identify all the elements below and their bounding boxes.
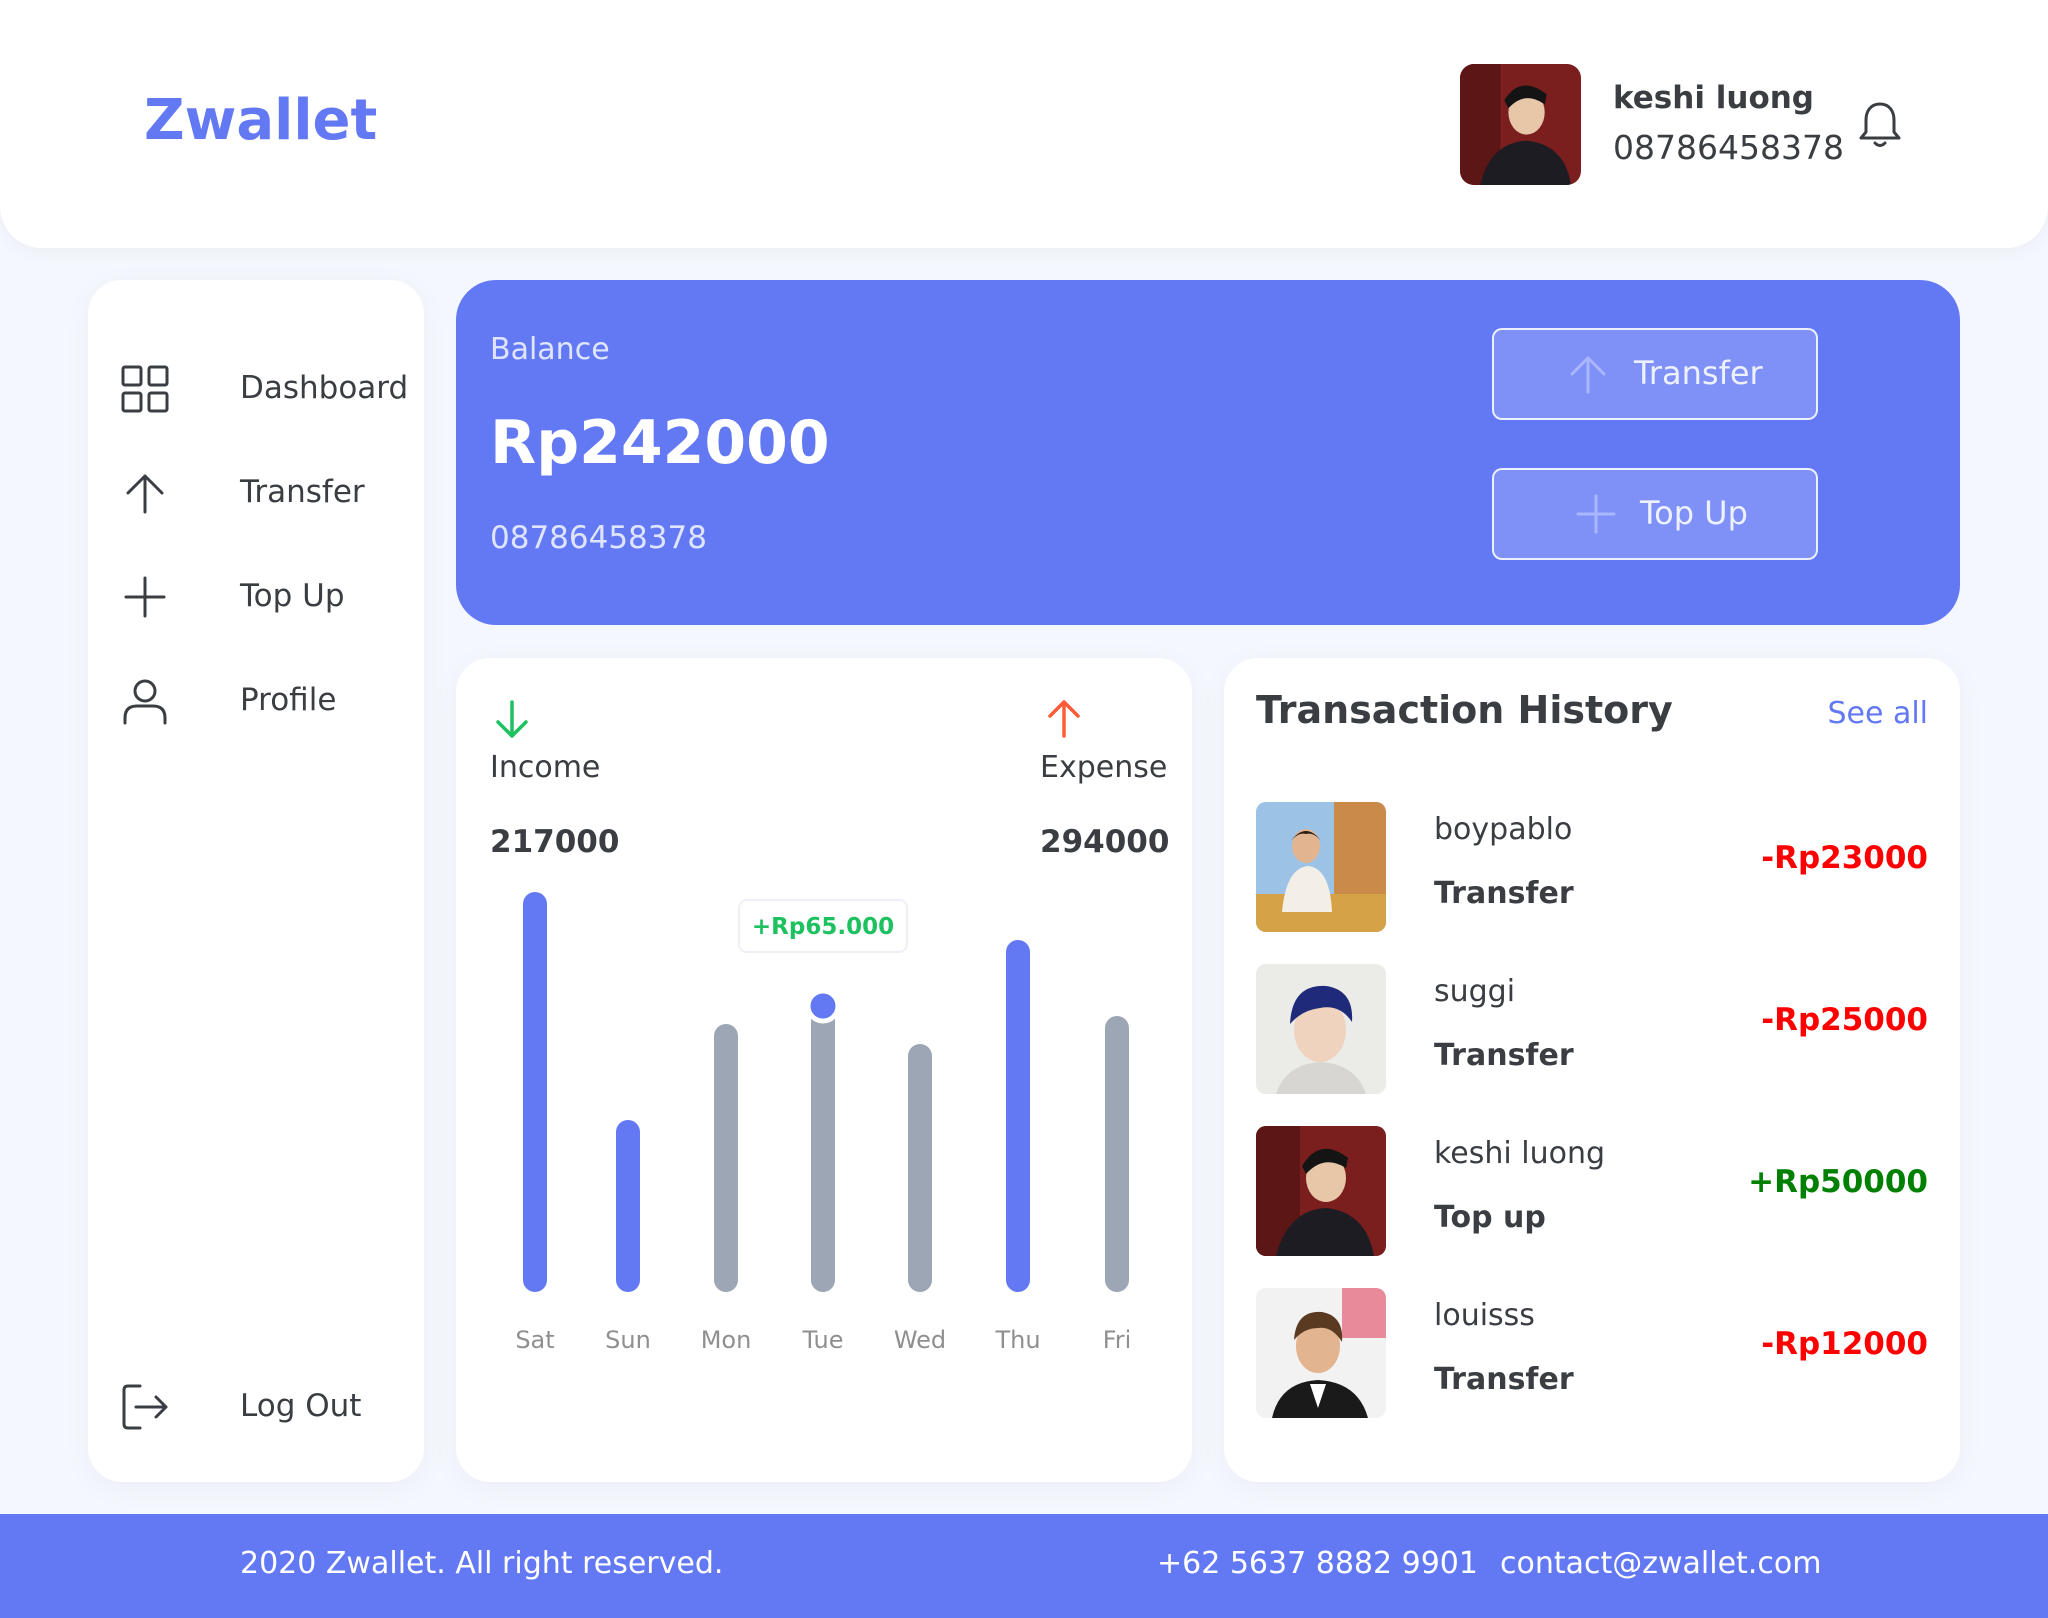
transaction-amount: +Rp50000 <box>1748 1164 1928 1200</box>
history-title: Transaction History <box>1256 688 1673 732</box>
user-avatar[interactable] <box>1460 64 1581 185</box>
transfer-button[interactable]: Transfer <box>1492 328 1818 420</box>
transaction-name: keshi luong <box>1434 1136 1606 1171</box>
chart-tooltip-text: +Rp65.000 <box>752 914 894 940</box>
chart-tick-label: Mon <box>701 1326 752 1354</box>
footer-copyright: 2020 Zwallet. All right reserved. <box>240 1546 724 1581</box>
income-label: Income <box>490 750 601 785</box>
weekly-bar-chart: Sat Sun Mon Tue Wed Thu Fri +Rp65.000 <box>515 892 1132 1354</box>
sidebar: Dashboard Transfer Top Up Profile Log Ou… <box>88 280 424 1482</box>
chart-tick-label: Tue <box>802 1326 844 1354</box>
transaction-amount: -Rp23000 <box>1761 840 1928 876</box>
transaction-name: suggi <box>1434 974 1516 1009</box>
sidebar-item-label: Transfer <box>240 474 365 510</box>
transaction-row[interactable]: boypablo Transfer -Rp23000 <box>1256 802 1928 932</box>
transaction-type: Top up <box>1434 1200 1546 1235</box>
contact-avatar <box>1256 1126 1386 1256</box>
sidebar-item-label: Dashboard <box>240 370 409 406</box>
sidebar-item-transfer[interactable]: Transfer <box>120 462 400 522</box>
transaction-amount: -Rp25000 <box>1761 1002 1928 1038</box>
balance-label: Balance <box>490 332 610 367</box>
footer: 2020 Zwallet. All right reserved. +62 56… <box>0 1514 2048 1618</box>
bell-icon[interactable] <box>1856 98 1904 150</box>
income-value: 217000 <box>490 824 620 860</box>
balance-amount: Rp242000 <box>490 408 830 478</box>
sidebar-item-label: Top Up <box>240 578 345 614</box>
sidebar-item-topup[interactable]: Top Up <box>120 566 400 626</box>
transaction-name: louisss <box>1434 1298 1535 1333</box>
top-header: Zwallet keshi luong 08786458378 <box>0 0 2048 248</box>
logout-icon <box>122 1384 168 1430</box>
contact-avatar <box>1256 802 1386 932</box>
chart-tick-label: Thu <box>994 1326 1040 1354</box>
user-avatar-photo <box>1460 64 1581 185</box>
logout-button[interactable]: Log Out <box>120 1376 400 1436</box>
grid-icon <box>121 365 169 413</box>
footer-phone[interactable]: +62 5637 8882 9901 <box>1157 1546 1478 1581</box>
chart-tick-label: Wed <box>894 1326 946 1354</box>
topup-button[interactable]: Top Up <box>1492 468 1818 560</box>
see-all-link[interactable]: See all <box>1827 696 1928 731</box>
plus-icon <box>124 576 166 618</box>
topup-button-label: Top Up <box>1640 494 1748 532</box>
transaction-row[interactable]: keshi luong Top up +Rp50000 <box>1256 1126 1928 1256</box>
logout-label: Log Out <box>240 1388 362 1424</box>
brand-logo[interactable]: Zwallet <box>144 88 377 153</box>
chart-highlight-dot[interactable] <box>805 988 841 1024</box>
transfer-button-label: Transfer <box>1634 354 1763 392</box>
contact-avatar <box>1256 1288 1386 1418</box>
transaction-amount: -Rp12000 <box>1761 1326 1928 1362</box>
transaction-row[interactable]: suggi Transfer -Rp25000 <box>1256 964 1928 1094</box>
balance-phone: 08786458378 <box>490 520 707 556</box>
transaction-type: Transfer <box>1434 1038 1574 1073</box>
sidebar-item-profile[interactable]: Profile <box>120 670 400 730</box>
chart-tick-label: Fri <box>1103 1326 1132 1354</box>
transaction-row[interactable]: louisss Transfer -Rp12000 <box>1256 1288 1928 1418</box>
plus-icon <box>1576 494 1616 534</box>
contact-avatar <box>1256 964 1386 1094</box>
arrow-up-icon <box>126 474 164 514</box>
arrow-up-icon <box>1048 700 1080 738</box>
arrow-down-icon <box>496 700 528 738</box>
expense-value: 294000 <box>1040 824 1170 860</box>
transaction-name: boypablo <box>1434 812 1573 847</box>
expense-label: Expense <box>1040 750 1168 785</box>
chart-tick-label: Sun <box>605 1326 651 1354</box>
sidebar-item-label: Profile <box>240 682 337 718</box>
user-name: keshi luong <box>1613 80 1815 116</box>
balance-card: Balance Rp242000 08786458378 Transfer To… <box>456 280 1960 625</box>
arrow-up-icon <box>1570 356 1606 394</box>
transaction-type: Transfer <box>1434 876 1574 911</box>
sidebar-item-dashboard[interactable]: Dashboard <box>120 358 408 418</box>
chart-tick-label: Sat <box>515 1326 554 1354</box>
transaction-type: Transfer <box>1434 1362 1574 1397</box>
user-phone: 08786458378 <box>1613 128 1844 167</box>
footer-email[interactable]: contact@zwallet.com <box>1500 1546 1821 1581</box>
transaction-history-card: Transaction History See all boypablo Tra… <box>1224 658 1960 1482</box>
income-expense-card: Income 217000 Expense 294000 Sat Sun Mon Tu… <box>456 658 1192 1482</box>
user-icon <box>123 679 167 725</box>
